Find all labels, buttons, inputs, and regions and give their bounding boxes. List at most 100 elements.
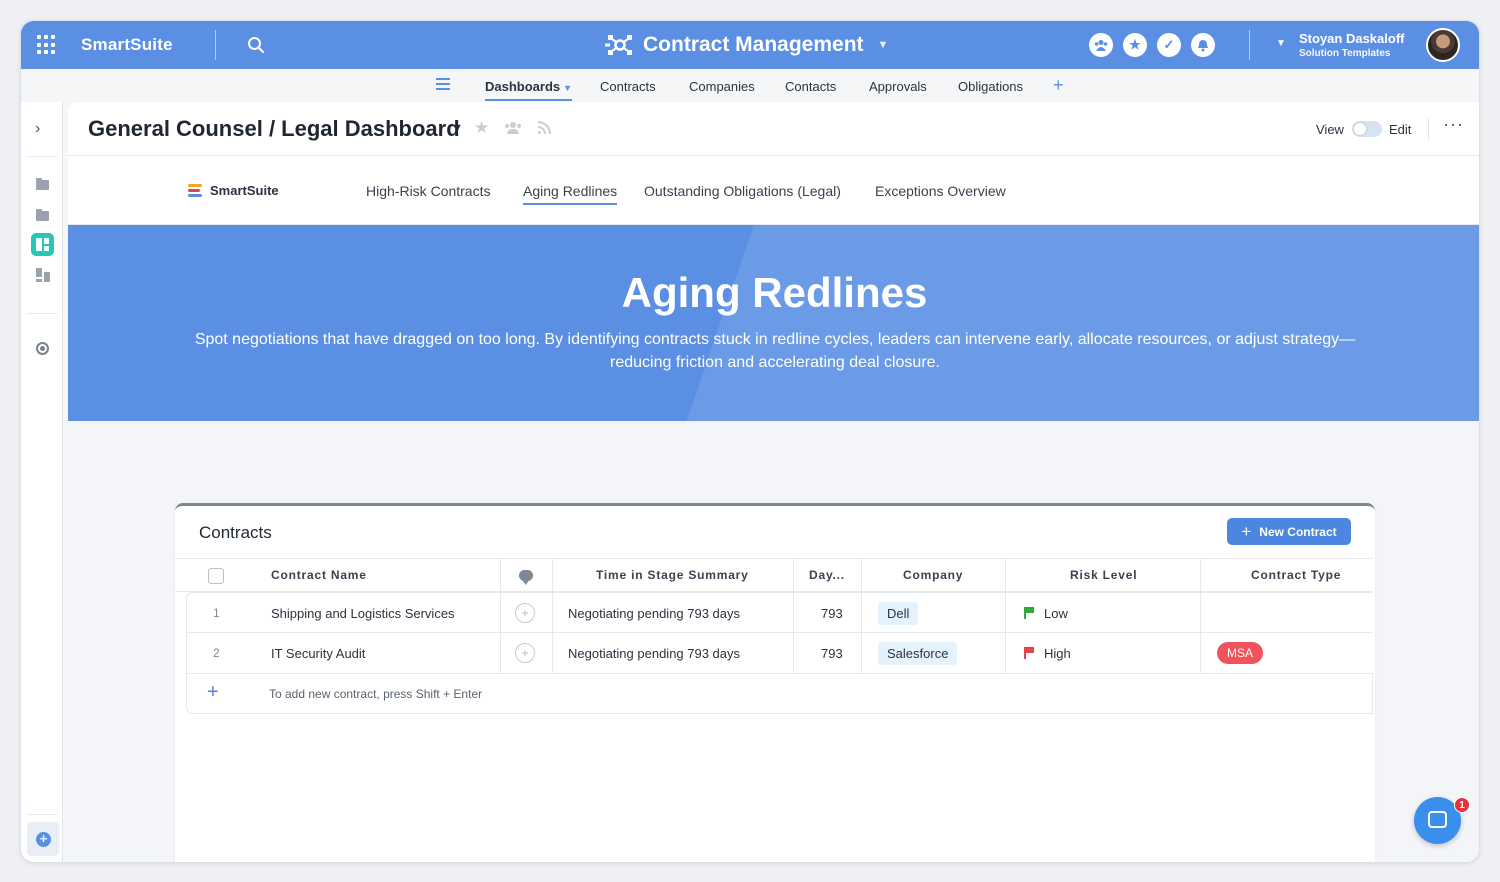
workflow-icon	[605, 35, 632, 55]
smartsuite-logo-icon	[188, 184, 202, 198]
days-cell[interactable]: 793	[821, 593, 843, 633]
app-window: SmartSuite Contract Management ▼ ★ ✓ ▼ S…	[20, 20, 1480, 863]
add-comment-icon[interactable]: +	[515, 603, 535, 623]
view-edit-toggle[interactable]	[1352, 121, 1382, 137]
nav-item-contacts[interactable]: Contacts	[785, 79, 836, 94]
app-title-text: Contract Management	[643, 33, 864, 56]
column-header-company[interactable]: Company	[903, 559, 963, 591]
tab-exceptions-overview[interactable]: Exceptions Overview	[875, 183, 1006, 199]
app-title[interactable]: Contract Management ▼	[605, 32, 888, 58]
more-options-icon[interactable]: ···	[1443, 114, 1464, 135]
row-number: 2	[213, 646, 220, 660]
edit-mode-label: Edit	[1389, 122, 1412, 137]
apps-grid-icon[interactable]	[37, 35, 57, 55]
user-menu-chevron-icon[interactable]: ▼	[1276, 38, 1286, 49]
add-app-button[interactable]: +	[27, 822, 59, 856]
star-icon[interactable]: ★	[1123, 33, 1147, 57]
folder-icon[interactable]	[36, 178, 49, 190]
comment-cell[interactable]: +	[515, 633, 535, 673]
dashboard-title-bar: General Counsel / Legal Dashboard ▼ ★ Vi…	[68, 102, 1479, 156]
folder-icon[interactable]	[36, 209, 49, 221]
nav-item-dashboards[interactable]: Dashboards ▼	[485, 79, 573, 101]
dashboard-outline-icon[interactable]	[36, 268, 50, 282]
tab-outstanding-obligations[interactable]: Outstanding Obligations (Legal)	[644, 183, 841, 199]
table-row[interactable]: 1 Shipping and Logistics Services + Nego…	[186, 592, 1373, 633]
tab-aging-redlines[interactable]: Aging Redlines	[523, 183, 618, 205]
help-ring-icon[interactable]	[36, 342, 49, 355]
bell-icon[interactable]	[1191, 33, 1215, 57]
time-in-stage-cell[interactable]: Negotiating pending 793 days	[568, 593, 740, 633]
plus-icon[interactable]: +	[207, 681, 219, 704]
search-icon[interactable]	[247, 36, 265, 54]
plus-icon: +	[1241, 522, 1252, 541]
company-cell[interactable]: Salesforce	[878, 633, 958, 673]
brand-name[interactable]: SmartSuite	[81, 35, 173, 55]
flag-icon	[1024, 647, 1034, 659]
main-panel: General Counsel / Legal Dashboard ▼ ★ Vi…	[68, 102, 1479, 862]
avatar[interactable]	[1426, 28, 1460, 62]
table-row[interactable]: 2 IT Security Audit + Negotiating pendin…	[186, 633, 1373, 674]
check-icon[interactable]: ✓	[1157, 33, 1181, 57]
divider	[27, 814, 57, 815]
divider	[27, 156, 57, 157]
hero-title: Aging Redlines	[621, 269, 928, 316]
nav-item-companies[interactable]: Companies	[689, 79, 755, 94]
divider	[27, 313, 57, 314]
column-header-contract-name[interactable]: Contract Name	[271, 559, 367, 591]
page-title: General Counsel / Legal Dashboard	[88, 116, 460, 141]
tab-high-risk-contracts[interactable]: High-Risk Contracts	[366, 183, 490, 199]
top-bar: SmartSuite Contract Management ▼ ★ ✓ ▼ S…	[21, 21, 1479, 69]
team-icon[interactable]	[1089, 33, 1113, 57]
chat-icon	[1428, 811, 1447, 828]
share-people-icon[interactable]	[505, 122, 521, 134]
user-workspace: Solution Templates	[1299, 48, 1391, 59]
column-header-time-in-stage[interactable]: Time in Stage Summary	[596, 559, 749, 591]
hero-decoration	[686, 225, 1479, 421]
row-number: 1	[213, 606, 220, 620]
new-contract-button[interactable]: + New Contract	[1227, 518, 1351, 545]
add-record-row[interactable]: + To add new contract, press Shift + Ent…	[186, 674, 1373, 714]
contract-type-cell[interactable]: MSA	[1217, 633, 1264, 673]
divider	[215, 30, 216, 60]
comment-cell[interactable]: +	[515, 593, 535, 633]
contract-type-tag[interactable]: MSA	[1217, 642, 1264, 664]
comment-icon	[519, 569, 533, 585]
company-cell[interactable]: Dell	[878, 593, 919, 633]
nav-item-obligations[interactable]: Obligations	[958, 79, 1023, 94]
column-header-risk-level[interactable]: Risk Level	[1070, 559, 1137, 591]
add-comment-icon[interactable]: +	[515, 643, 535, 663]
column-header-days[interactable]: Day...	[809, 559, 845, 591]
risk-level-cell[interactable]: Low	[1024, 593, 1068, 633]
column-header-comments[interactable]	[519, 559, 533, 591]
chevron-right-icon[interactable]: ›	[35, 120, 40, 138]
menu-icon[interactable]	[436, 78, 450, 90]
table-header: Contract Name Time in Stage Summary Day.…	[175, 558, 1373, 592]
widget-title: Contracts	[199, 523, 272, 542]
column-header-contract-type[interactable]: Contract Type	[1251, 559, 1341, 591]
company-tag[interactable]: Salesforce	[878, 641, 958, 665]
nav-item-contracts[interactable]: Contracts	[600, 79, 656, 94]
company-tag[interactable]: Dell	[878, 601, 919, 625]
dashboard-tabs: SmartSuite High-Risk Contracts Aging Red…	[68, 156, 1479, 225]
add-table-button[interactable]: +	[1053, 75, 1064, 96]
plus-icon: +	[36, 832, 51, 847]
add-record-hint: To add new contract, press Shift + Enter	[269, 687, 483, 701]
notification-badge: 1	[1454, 797, 1470, 813]
contract-name-cell[interactable]: Shipping and Logistics Services	[271, 593, 455, 633]
contracts-widget: Contracts + New Contract Contract Name T…	[175, 503, 1375, 862]
smartsuite-logo-text: SmartSuite	[210, 183, 279, 198]
dashboard-icon[interactable]	[31, 233, 54, 256]
risk-level-cell[interactable]: High	[1024, 633, 1071, 673]
chevron-down-icon[interactable]: ▼	[452, 122, 463, 134]
rss-feed-icon[interactable]	[538, 121, 551, 134]
nav-item-approvals[interactable]: Approvals	[869, 79, 927, 94]
chevron-down-icon[interactable]: ▼	[878, 39, 889, 51]
time-in-stage-cell[interactable]: Negotiating pending 793 days	[568, 633, 740, 673]
select-all-checkbox[interactable]	[208, 568, 224, 584]
days-cell[interactable]: 793	[821, 633, 843, 673]
new-contract-label: New Contract	[1259, 524, 1337, 539]
favorite-star-icon[interactable]: ★	[474, 118, 489, 138]
user-name[interactable]: Stoyan Daskaloff	[1299, 31, 1404, 46]
divider	[1249, 30, 1250, 60]
contract-name-cell[interactable]: IT Security Audit	[271, 633, 365, 673]
